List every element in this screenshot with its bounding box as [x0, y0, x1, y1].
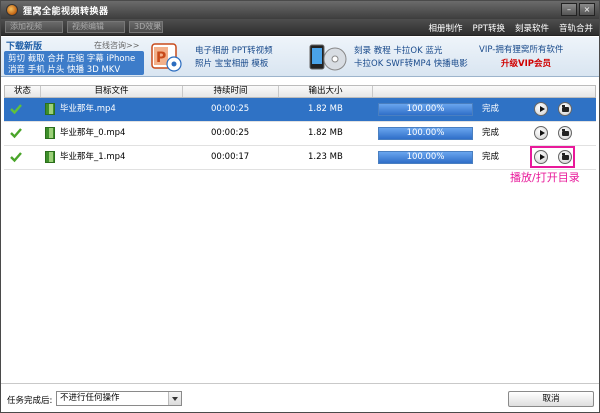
- vip-title[interactable]: VIP-拥有狸窝所有软件: [479, 43, 563, 55]
- toolbar: 添加视频 视频编辑 3D效果 相册制作 PPT转换 刻录软件 音轨合并: [1, 19, 599, 36]
- col-target-file[interactable]: 目标文件: [41, 86, 183, 97]
- window-title: 狸窝全能视频转换器: [23, 6, 109, 17]
- video-file-icon: [45, 103, 55, 115]
- link-album[interactable]: 相册制作: [429, 22, 463, 34]
- feature-box[interactable]: 剪切 截取 合并 压缩 字幕 iPhone 消音 手机 片头 快播 3D MKV: [4, 51, 144, 75]
- burn-link-line-1[interactable]: 刻录 教程 卡拉OK 蓝光: [354, 44, 442, 56]
- chevron-down-icon[interactable]: [168, 392, 181, 405]
- burn-link-line-2[interactable]: 卡拉OK SWF转MP4 快播电影: [354, 57, 468, 69]
- open-folder-button[interactable]: [558, 102, 572, 116]
- output-size: 1.23 MB: [308, 152, 343, 162]
- col-progress: [373, 86, 595, 97]
- status-text: 完成: [482, 152, 500, 162]
- app-logo-icon: [6, 4, 18, 16]
- annotation-text: 播放/打开目录: [510, 171, 580, 184]
- progress-bar: 100.00%: [378, 103, 473, 116]
- ppt-icon[interactable]: P: [148, 40, 184, 74]
- cancel-button[interactable]: 取消: [508, 391, 594, 407]
- edit-video-button[interactable]: 视频编辑: [67, 21, 125, 33]
- burn-phone-icon[interactable]: [308, 40, 348, 74]
- after-task-select[interactable]: 不进行任何操作: [56, 391, 182, 406]
- video-file-icon: [45, 127, 55, 139]
- 3d-effect-button[interactable]: 3D效果: [129, 21, 163, 33]
- duration: 00:00:25: [211, 104, 250, 114]
- folder-icon: [562, 105, 569, 112]
- link-audio-merge[interactable]: 音轨合并: [559, 22, 593, 34]
- play-icon: [540, 106, 545, 112]
- duration: 00:00:17: [211, 152, 250, 162]
- col-duration[interactable]: 持续时间: [183, 86, 279, 97]
- open-folder-button[interactable]: [558, 126, 572, 140]
- folder-icon: [562, 129, 569, 136]
- ppt-link-line-2[interactable]: 照片 宝宝相册 模板: [195, 57, 268, 69]
- output-size: 1.82 MB: [308, 104, 343, 114]
- close-icon[interactable]: ×: [579, 3, 595, 16]
- table-row[interactable]: 毕业那年_0.mp4 00:00:25 1.82 MB 100.00% 完成: [4, 122, 596, 146]
- play-button[interactable]: [534, 126, 548, 140]
- play-button[interactable]: [534, 102, 548, 116]
- title-bar: 狸窝全能视频转换器 – ×: [1, 1, 599, 19]
- play-icon: [540, 130, 545, 136]
- vip-upgrade-link[interactable]: 升级VIP会员: [501, 57, 551, 69]
- col-output-size[interactable]: 输出大小: [279, 86, 373, 97]
- app-window: 狸窝全能视频转换器 – × 添加视频 视频编辑 3D效果 相册制作 PPT转换 …: [0, 0, 600, 413]
- file-name: 毕业那年_0.mp4: [60, 128, 126, 138]
- table-row[interactable]: 毕业那年_1.mp4 00:00:17 1.23 MB 100.00% 完成: [4, 146, 596, 170]
- annotation-highlight-box: [530, 146, 575, 168]
- file-name: 毕业那年_1.mp4: [60, 152, 126, 162]
- check-icon: [10, 104, 22, 115]
- col-status[interactable]: 状态: [5, 86, 41, 97]
- after-task-label: 任务完成后:: [7, 396, 53, 406]
- bottom-divider: [1, 383, 599, 384]
- ppt-link-line-1[interactable]: 电子相册 PPT转视频: [195, 44, 273, 56]
- add-video-button[interactable]: 添加视频: [5, 21, 63, 33]
- status-text: 完成: [482, 104, 500, 114]
- link-burn[interactable]: 刻录软件: [515, 22, 549, 34]
- top-links: 相册制作 PPT转换 刻录软件 音轨合并: [429, 22, 594, 34]
- minimize-icon[interactable]: –: [561, 3, 577, 16]
- progress-bar: 100.00%: [378, 127, 473, 140]
- progress-bar: 100.00%: [378, 151, 473, 164]
- online-consult-link[interactable]: 在线咨询>>: [94, 40, 139, 51]
- link-ppt[interactable]: PPT转换: [473, 22, 505, 34]
- svg-text:P: P: [156, 50, 166, 66]
- table-row[interactable]: 毕业那年.mp4 00:00:25 1.82 MB 100.00% 完成: [4, 98, 596, 122]
- window-controls: – ×: [561, 3, 595, 16]
- check-icon: [10, 128, 22, 139]
- feature-line-2: 消音 手机 片头 快播 3D MKV: [8, 65, 121, 75]
- file-table-body: 毕业那年.mp4 00:00:25 1.82 MB 100.00% 完成 毕业那…: [4, 98, 596, 170]
- after-task-select-value: 不进行任何操作: [60, 393, 120, 403]
- check-icon: [10, 152, 22, 163]
- status-text: 完成: [482, 128, 500, 138]
- promo-banner: 下载新版 在线咨询>> 剪切 截取 合并 压缩 字幕 iPhone 消音 手机 …: [1, 37, 599, 77]
- duration: 00:00:25: [211, 128, 250, 138]
- file-table-header: 状态 目标文件 持续时间 输出大小: [4, 85, 596, 98]
- output-size: 1.82 MB: [308, 128, 343, 138]
- video-file-icon: [45, 151, 55, 163]
- file-name: 毕业那年.mp4: [60, 104, 116, 114]
